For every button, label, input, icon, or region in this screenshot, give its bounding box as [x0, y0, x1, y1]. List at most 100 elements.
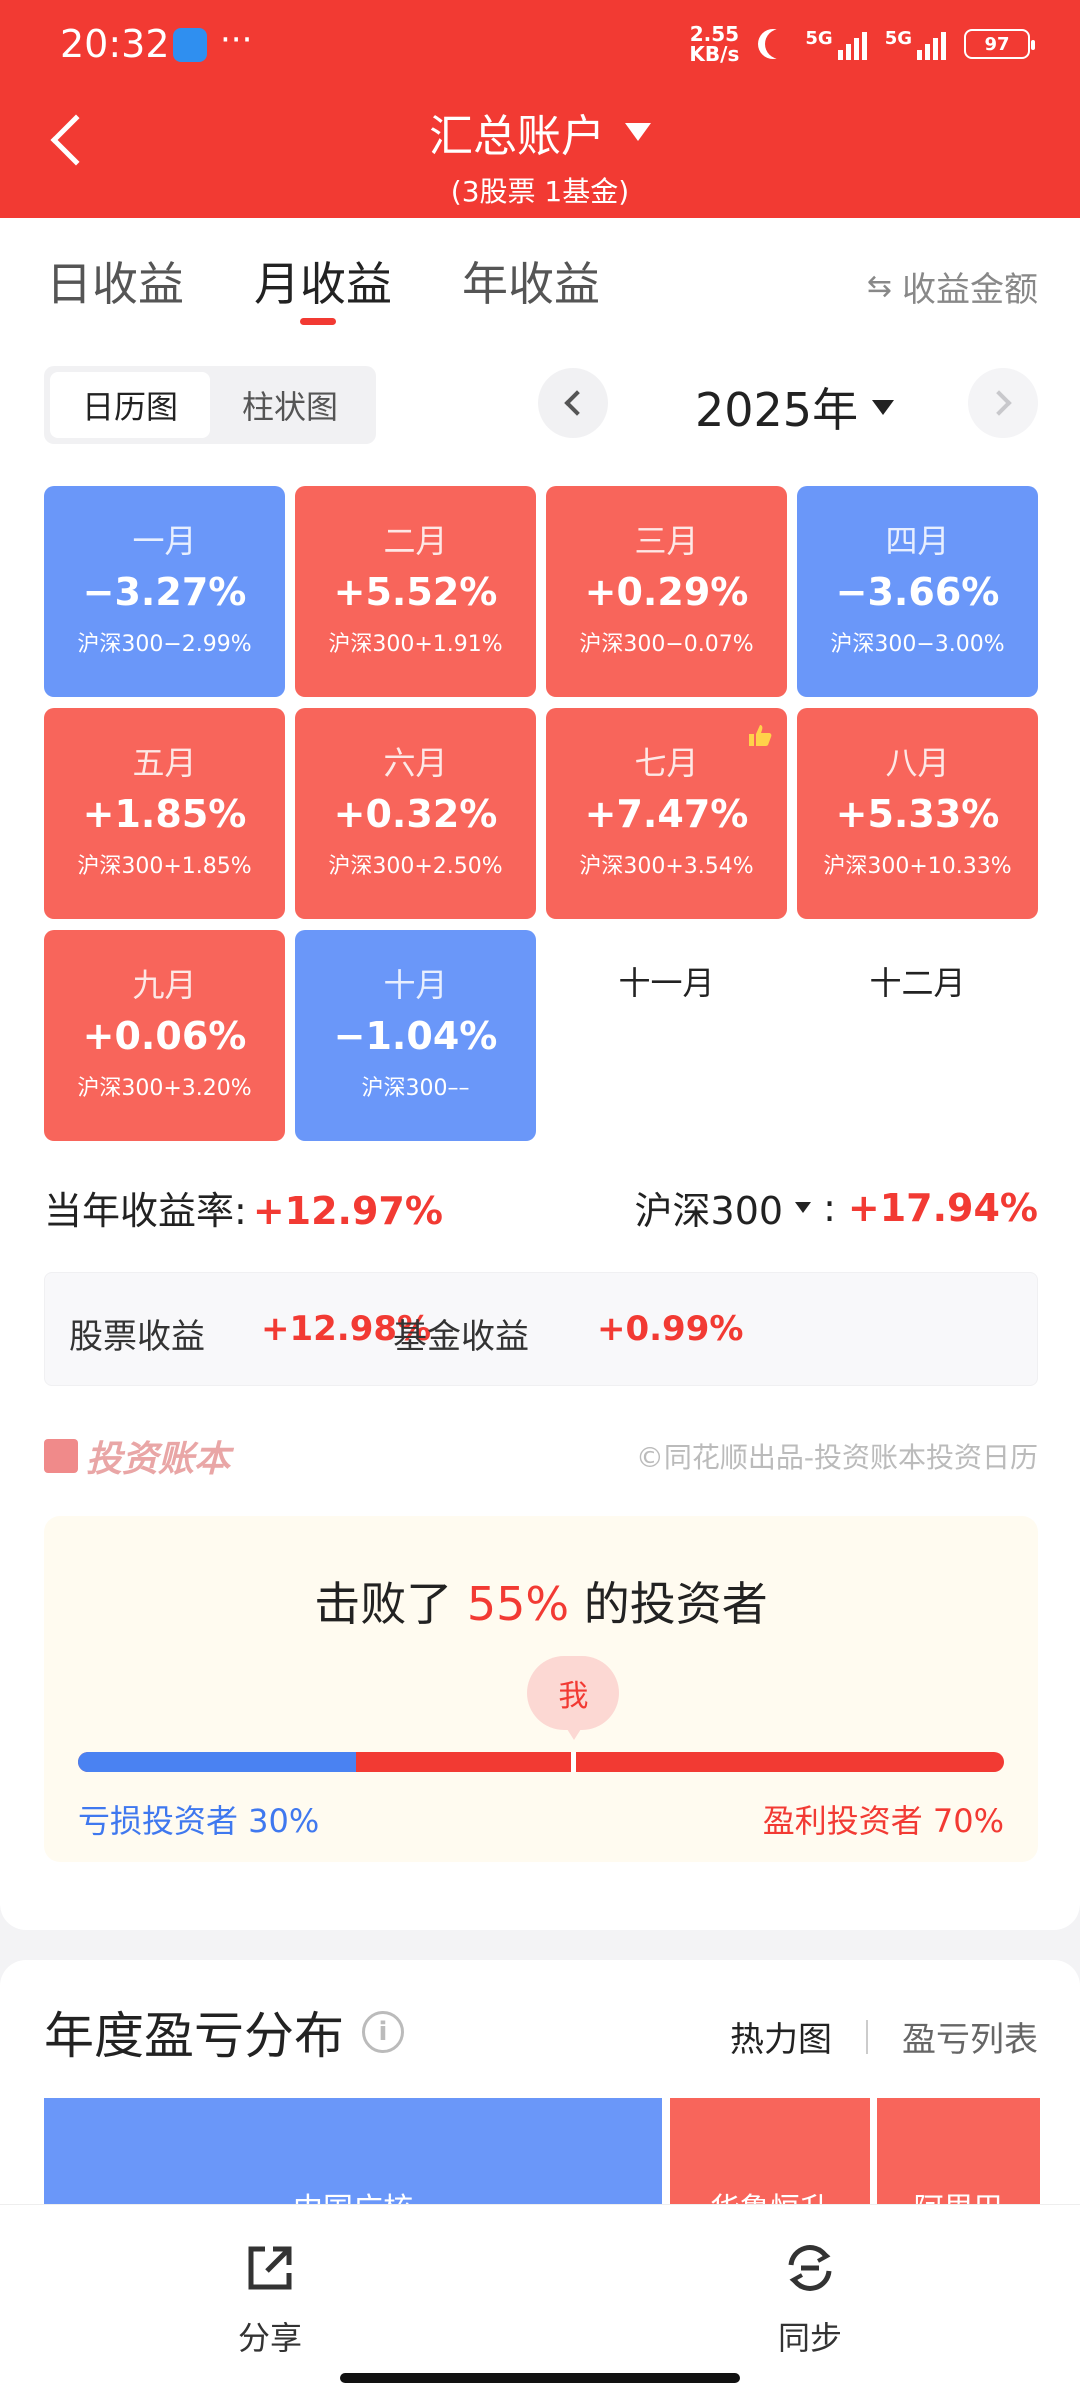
dropdown-caret-icon[interactable] — [795, 1202, 812, 1213]
month-return: +5.33% — [835, 792, 1000, 836]
position-divider — [571, 1752, 577, 1772]
investor-distribution-bar — [78, 1752, 1004, 1772]
month-return: +1.85% — [82, 792, 247, 836]
month-tile[interactable]: 五月 +1.85% 沪深300+1.85% — [44, 708, 285, 919]
ranking-percent: 55% — [466, 1577, 570, 1631]
loss-segment — [78, 1752, 356, 1772]
month-tile[interactable]: 八月 +5.33% 沪深300+10.33% — [797, 708, 1038, 919]
month-tile[interactable]: 七月 +7.47% 沪深300+3.54% — [546, 708, 787, 919]
credit-text: ©同花顺出品-投资账本投资日历 — [635, 1441, 1038, 1474]
month-return: +0.29% — [584, 570, 749, 614]
month-tile[interactable]: 六月 +0.32% 沪深300+2.50% — [295, 708, 536, 919]
month-benchmark: 沪深300+3.54% — [579, 854, 754, 879]
month-tile[interactable]: 二月 +5.52% 沪深300+1.91% — [295, 486, 536, 697]
month-return: −3.66% — [835, 570, 1000, 614]
year-return-value: +12.97% — [252, 1189, 443, 1233]
heatmap-link[interactable]: 热力图 — [730, 2012, 832, 2061]
ranking-title: 击败了 55% 的投资者 — [314, 1577, 768, 1631]
month-calendar-grid: 一月 −3.27% 沪深300−2.99% 二月 +5.52% 沪深300+1.91% 三月… — [44, 486, 1038, 1141]
calendar-view-button[interactable]: 日历图 — [50, 372, 210, 438]
pnl-list-link[interactable]: 盈亏列表 — [902, 2012, 1038, 2061]
next-year-button[interactable] — [968, 368, 1038, 438]
swap-icon: ⇆ — [866, 269, 892, 304]
heatmap-tile[interactable]: 阿里巴 — [877, 2098, 1040, 2218]
benchmark-selector[interactable]: 沪深300 — [635, 1180, 784, 1235]
month-name: 六月 — [383, 744, 448, 782]
chevron-right-icon — [986, 390, 1012, 416]
heatmap-tile[interactable]: 华鲁恒升 — [670, 2098, 870, 2218]
status-indicators: 2.55 KB/s 5G 5G 97 — [689, 22, 1035, 66]
month-tile[interactable]: 一月 −3.27% 沪深300−2.99% — [44, 486, 285, 697]
month-name: 十二月 — [869, 964, 966, 1002]
month-benchmark: 沪深300+10.33% — [823, 854, 1012, 879]
status-bar: 20:32 ··· 2.55 KB/s 5G 5G 97 — [0, 0, 1080, 90]
tab-yearly[interactable]: 年收益 — [462, 248, 600, 314]
more-notifications-icon: ··· — [220, 20, 253, 60]
month-return: +0.06% — [82, 1014, 247, 1058]
header-bar: 20:32 ··· 2.55 KB/s 5G 5G 97 汇总账户 (3股票 1 — [0, 0, 1080, 218]
month-benchmark: 沪深300–– — [361, 1076, 470, 1101]
month-tile[interactable]: 三月 +0.29% 沪深300−0.07% — [546, 486, 787, 697]
benchmark-return: 沪深300 : +17.94% — [635, 1180, 1038, 1235]
active-tab-indicator — [300, 318, 336, 325]
return-breakdown: 股票收益 +12.98% 基金收益 +0.99% — [44, 1272, 1038, 1386]
home-indicator[interactable] — [340, 2373, 740, 2383]
month-benchmark: 沪深300−3.00% — [830, 632, 1005, 657]
loss-investors-label: 亏损投资者 30% — [78, 1802, 320, 1840]
year-selector[interactable]: 2025年 — [695, 374, 895, 440]
thumbs-up-icon — [749, 725, 772, 746]
month-tile[interactable]: 十月 −1.04% 沪深300–– — [295, 930, 536, 1141]
month-name: 一月 — [132, 522, 197, 560]
sync-icon — [788, 2245, 832, 2291]
sync-button[interactable]: 同步 — [740, 2241, 880, 2359]
month-tile[interactable]: 九月 +0.06% 沪深300+3.20% — [44, 930, 285, 1141]
network-speed: 2.55 KB/s — [689, 22, 740, 66]
month-benchmark: 沪深300−2.99% — [77, 632, 252, 657]
account-selector[interactable]: 汇总账户 (3股票 1基金) — [0, 100, 1080, 210]
stock-return: 股票收益 +12.98% — [69, 1309, 432, 1357]
month-benchmark: 沪深300+1.85% — [77, 854, 252, 879]
signal-icon-2: 5G — [885, 28, 946, 60]
month-return: −1.04% — [333, 1014, 498, 1058]
month-tile: 十二月 — [797, 930, 1038, 1141]
heatmap-tile[interactable]: 中国广核 — [44, 2098, 662, 2218]
share-icon — [248, 2246, 292, 2290]
ledger-logo-icon — [44, 1439, 78, 1473]
tab-daily[interactable]: 日收益 — [46, 248, 184, 314]
month-name: 十月 — [383, 966, 448, 1004]
page-title: 汇总账户 — [429, 111, 605, 162]
signal-icon: 5G — [805, 28, 867, 60]
month-name: 二月 — [383, 522, 448, 560]
month-name: 八月 — [885, 744, 950, 782]
month-name: 五月 — [132, 744, 197, 782]
bar-view-button[interactable]: 柱状图 — [210, 372, 370, 438]
account-subtitle: (3股票 1基金) — [450, 175, 630, 208]
app-notification-icon — [173, 28, 207, 62]
my-position-marker: 我 — [527, 1656, 620, 1740]
month-return: +0.32% — [333, 792, 498, 836]
previous-year-button[interactable] — [538, 368, 608, 438]
fund-return-value: +0.99% — [597, 1309, 744, 1349]
info-icon[interactable]: i — [362, 2011, 404, 2053]
dropdown-caret-icon — [625, 123, 651, 141]
month-tile[interactable]: 四月 −3.66% 沪深300−3.00% — [797, 486, 1038, 697]
amount-toggle-button[interactable]: ⇆ 收益金额 — [867, 262, 1038, 311]
dropdown-caret-icon — [872, 399, 895, 415]
month-name: 四月 — [885, 522, 950, 560]
month-benchmark: 沪深300−0.07% — [579, 632, 754, 657]
month-name: 十一月 — [618, 964, 715, 1002]
section-title: 年度盈亏分布 i — [44, 1996, 404, 2068]
chevron-left-icon — [564, 390, 590, 416]
fund-return: 基金收益 +0.99% — [393, 1309, 744, 1357]
share-button[interactable]: 分享 — [200, 2241, 340, 2359]
brand-logo: 投资账本 — [44, 1430, 230, 1482]
month-name: 九月 — [132, 966, 197, 1004]
month-return: +5.52% — [333, 570, 498, 614]
do-not-disturb-icon — [765, 29, 795, 59]
period-tabs: 日收益 月收益 年收益 — [46, 248, 600, 314]
year-return: 当年收益率: +12.97% — [44, 1189, 443, 1233]
tab-monthly[interactable]: 月收益 — [254, 248, 392, 314]
month-return: −3.27% — [82, 570, 247, 614]
month-tile: 十一月 — [546, 930, 787, 1141]
month-name: 三月 — [634, 522, 699, 560]
